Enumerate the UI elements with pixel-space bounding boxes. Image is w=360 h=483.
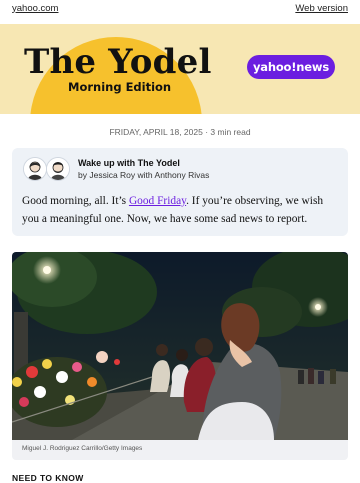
yahoo-news-logo[interactable]: yahoo!news xyxy=(247,55,335,79)
dateline: FRIDAY, APRIL 18, 2025 · 3 min read xyxy=(109,127,251,137)
newsletter-banner: The Yodel Morning Edition yahoo!news xyxy=(0,24,360,114)
author-portrait-icon xyxy=(24,158,46,180)
vigil-photo[interactable] xyxy=(12,252,348,440)
photo-card: Miguel J. Rodriguez Carrillo/Getty Image… xyxy=(12,252,348,460)
good-friday-link[interactable]: Good Friday xyxy=(129,195,186,207)
top-bar: yahoo.com Web version xyxy=(0,0,360,16)
intro-text-start: Good morning, all. It’s xyxy=(22,195,129,207)
web-version-link[interactable]: Web version xyxy=(295,3,348,14)
intro-card: Wake up with The Yodel by Jessica Roy wi… xyxy=(12,148,348,236)
newsletter-title: The Yodel xyxy=(24,42,212,82)
intro-heading: Wake up with The Yodel xyxy=(78,158,180,168)
yahoo-home-link[interactable]: yahoo.com xyxy=(12,3,58,14)
edition-label: Morning Edition xyxy=(68,80,172,94)
section-heading: NEED TO KNOW xyxy=(12,473,84,483)
author-avatar-jessica xyxy=(23,157,47,181)
photo-caption: Miguel J. Rodriguez Carrillo/Getty Image… xyxy=(22,445,143,452)
intro-byline: by Jessica Roy with Anthony Rivas xyxy=(78,170,210,180)
author-portrait-icon xyxy=(47,158,69,180)
intro-paragraph: Good morning, all. It’s Good Friday. If … xyxy=(22,192,340,228)
author-avatar-anthony xyxy=(46,157,70,181)
